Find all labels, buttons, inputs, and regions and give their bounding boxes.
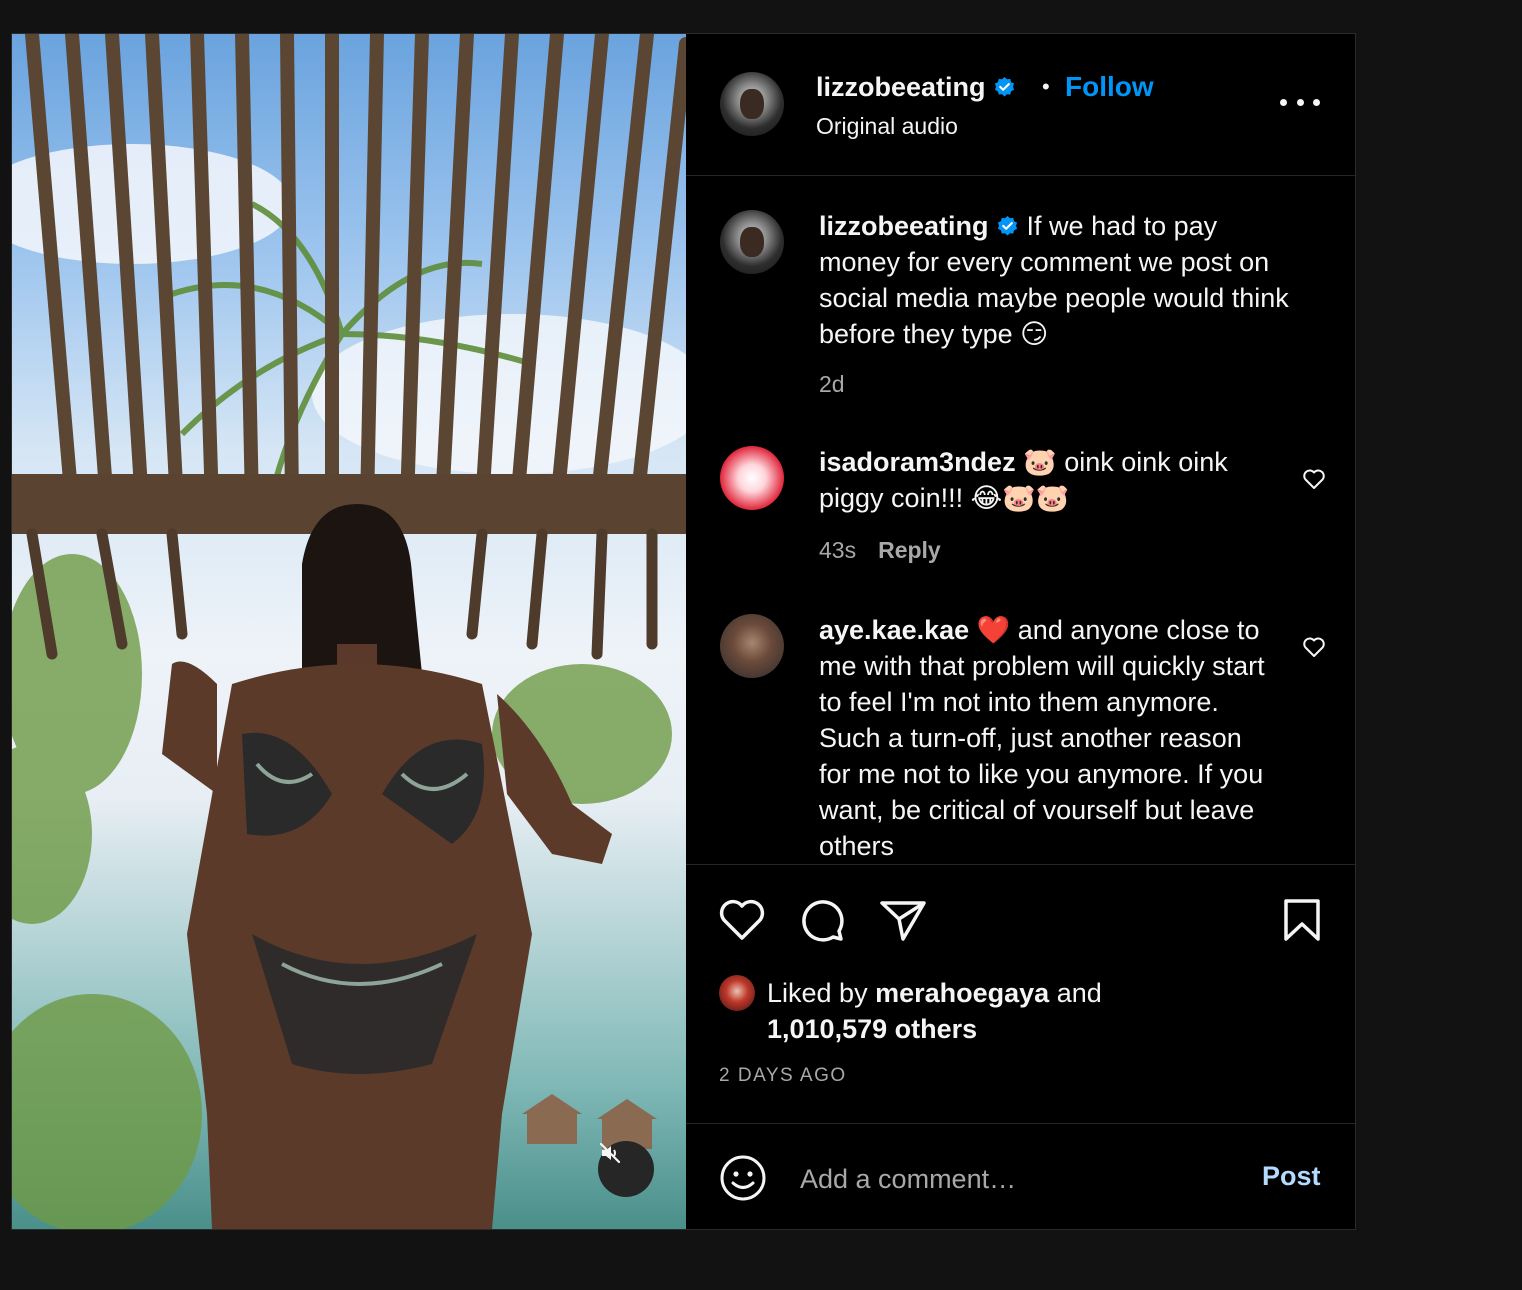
more-options-icon[interactable] xyxy=(1280,90,1320,114)
post-dialog: lizzobeeating • Follow Original audio li… xyxy=(11,33,1356,1230)
reel-video[interactable] xyxy=(12,34,686,1229)
like-heart-icon[interactable] xyxy=(718,898,766,942)
caption-time[interactable]: 2d xyxy=(819,371,845,398)
post-comment-button[interactable]: Post xyxy=(1262,1161,1321,1192)
comment-username[interactable]: aye.kae.kae xyxy=(819,615,969,645)
video-frame xyxy=(12,34,686,1229)
comment-avatar[interactable] xyxy=(720,446,784,510)
likes-summary: Liked by merahoegaya and 1,010,579 other… xyxy=(767,975,1187,1047)
follow-button[interactable]: Follow xyxy=(1065,71,1154,103)
comment-avatar[interactable] xyxy=(720,614,784,678)
share-send-icon[interactable] xyxy=(879,898,927,942)
comment-like-heart-icon[interactable] xyxy=(1302,468,1326,490)
comment-time[interactable]: 43s xyxy=(819,537,856,563)
verified-badge-icon xyxy=(997,215,1018,236)
comment-like-heart-icon[interactable] xyxy=(1302,636,1326,658)
mute-button[interactable] xyxy=(598,1141,654,1197)
comment-text: ❤️ and anyone close to me with that prob… xyxy=(819,615,1265,861)
separator-dot: • xyxy=(1042,74,1050,99)
post-header: lizzobeeating • Follow Original audio xyxy=(686,34,1355,176)
likes-prefix: Liked by xyxy=(767,978,868,1008)
emoji-smiley-icon[interactable] xyxy=(719,1154,767,1202)
comment-text-block: isadoram3ndez 🐷 oink oink oink piggy coi… xyxy=(819,444,1259,516)
liker-username[interactable]: merahoegaya xyxy=(875,978,1049,1008)
comment-text-block: aye.kae.kae ❤️ and anyone close to me wi… xyxy=(819,612,1269,864)
save-bookmark-icon[interactable] xyxy=(1283,898,1321,942)
comment-bubble-icon[interactable] xyxy=(799,897,845,943)
post-date[interactable]: 2 DAYS AGO xyxy=(719,1065,847,1087)
original-audio-link[interactable]: Original audio xyxy=(816,113,958,140)
likes-count[interactable]: 1,010,579 others xyxy=(767,1014,977,1044)
comment-username[interactable]: isadoram3ndez xyxy=(819,447,1016,477)
author-username-row[interactable]: lizzobeeating xyxy=(816,72,1016,103)
author-avatar[interactable] xyxy=(720,72,784,136)
caption-username[interactable]: lizzobeeating xyxy=(819,211,989,241)
author-username[interactable]: lizzobeeating xyxy=(816,72,986,102)
comments-list[interactable]: lizzobeeating If we had to pay money for… xyxy=(686,176,1355,865)
comment-meta: 43s Reply xyxy=(819,537,941,564)
volume-off-icon xyxy=(599,1142,621,1164)
comment-input[interactable] xyxy=(798,1156,1232,1202)
caption-avatar[interactable] xyxy=(720,210,784,274)
liker-avatar[interactable] xyxy=(719,975,755,1011)
verified-badge-icon xyxy=(994,76,1015,97)
reply-button[interactable]: Reply xyxy=(878,537,941,563)
action-bar xyxy=(686,864,1355,964)
caption-text-block: lizzobeeating If we had to pay money for… xyxy=(819,208,1289,352)
post-details-panel: lizzobeeating • Follow Original audio li… xyxy=(686,34,1355,1229)
comment-composer: Post xyxy=(686,1123,1355,1230)
likes-conjunction: and xyxy=(1056,978,1102,1008)
